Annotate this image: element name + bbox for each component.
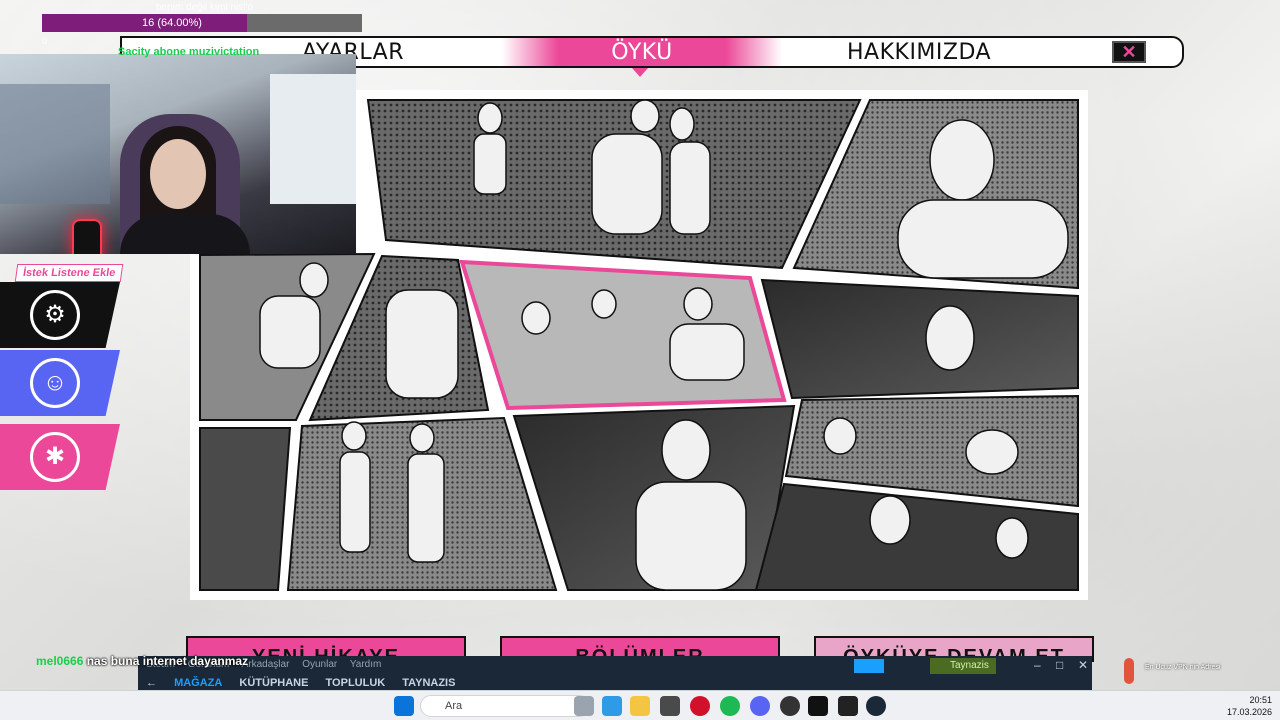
comic-panel-6 <box>760 278 1079 400</box>
goal-min-value: 0 <box>42 36 48 46</box>
webcam-person-body <box>120 214 250 254</box>
clock-time: 20:51 <box>1249 695 1272 705</box>
active-tab-indicator <box>632 68 648 77</box>
game-icon[interactable] <box>838 696 858 716</box>
steam-menu-friends[interactable]: Arkadaşlar <box>242 659 290 670</box>
chat-message: mel0666 nas buna internet dayanmaz <box>36 652 248 670</box>
webcam-shelf <box>0 84 110 204</box>
steam-button[interactable]: ⚙ <box>0 282 120 348</box>
webcam-person-face <box>150 139 206 209</box>
steam-nav-profile[interactable]: TAYNAZIS <box>402 677 455 689</box>
vpn-ad-icon <box>1124 658 1134 684</box>
task-view-icon[interactable] <box>574 696 594 716</box>
steam-icon: ⚙ <box>30 290 80 340</box>
steam-nav-community[interactable]: TOPLULUK <box>326 677 386 689</box>
taskbar-clock[interactable]: 20:51 17.03.2026 <box>1227 694 1272 718</box>
opera-icon[interactable] <box>690 696 710 716</box>
comic-panel-7 <box>199 427 292 591</box>
discord-button[interactable]: ☺ <box>0 350 120 416</box>
bug-icon: ✱ <box>30 432 80 482</box>
webcam-window <box>270 74 356 204</box>
goal-progress-text: 16 (64.00%) <box>142 17 202 29</box>
close-window-icon[interactable]: ✕ <box>1078 658 1088 672</box>
steam-broadcast-button[interactable] <box>854 659 884 673</box>
discord-taskbar-icon[interactable] <box>750 696 770 716</box>
goal-title: benim değil kimi nisi'o <box>156 2 253 13</box>
nav-story-active[interactable]: ÖYKÜ <box>502 38 782 66</box>
clock-date: 17.03.2026 <box>1226 707 1272 717</box>
steam-taskbar-icon[interactable] <box>866 696 886 716</box>
start-menu-icon[interactable] <box>394 696 414 716</box>
nav-about[interactable]: HAKKIMIZDA <box>847 38 991 66</box>
steam-nav-library[interactable]: KÜTÜPHANE <box>239 677 308 689</box>
steam-user-badge[interactable]: Taynazis <box>930 658 996 674</box>
goal-progress-bar: 16 (64.00%) <box>42 14 362 32</box>
steam-menu-help[interactable]: Yardım <box>350 659 382 670</box>
obs-icon[interactable] <box>780 696 800 716</box>
discord-icon: ☺ <box>30 358 80 408</box>
taskbar-search[interactable]: Ara <box>420 695 590 717</box>
vpn-ad-text: En Ucuz VPN nin Adresi <box>1145 664 1221 671</box>
steam-menu-games[interactable]: Oyunlar <box>302 659 337 670</box>
close-button[interactable]: ✕ <box>1112 41 1146 63</box>
store-icon[interactable] <box>660 696 680 716</box>
minimize-icon[interactable]: – <box>1034 658 1041 672</box>
bug-report-button[interactable]: ✱ <box>0 424 120 490</box>
windows-taskbar: Ara 20:51 17.03.2026 <box>0 690 1280 720</box>
follow-alert: Sacity abone muzivictation <box>118 46 260 58</box>
file-explorer-icon[interactable] <box>630 696 650 716</box>
tiktok-icon[interactable] <box>808 696 828 716</box>
webcam-microphone <box>72 219 102 254</box>
chat-username: mel0666 <box>36 654 84 668</box>
wishlist-label[interactable]: İstek Listene Ekle <box>14 264 124 282</box>
chat-text: nas buna internet dayanmaz <box>86 654 249 668</box>
maximize-icon[interactable]: □ <box>1056 658 1063 672</box>
edge-icon[interactable] <box>602 696 622 716</box>
steam-window: Steam Görünüm Arkadaşlar Oyunlar Yardım … <box>138 656 1092 690</box>
steam-nav: ← MAĞAZA KÜTÜPHANE TOPLULUK TAYNAZIS <box>146 677 456 689</box>
webcam-feed <box>0 54 356 254</box>
steam-nav-store[interactable]: MAĞAZA <box>174 677 222 689</box>
spotify-icon[interactable] <box>720 696 740 716</box>
